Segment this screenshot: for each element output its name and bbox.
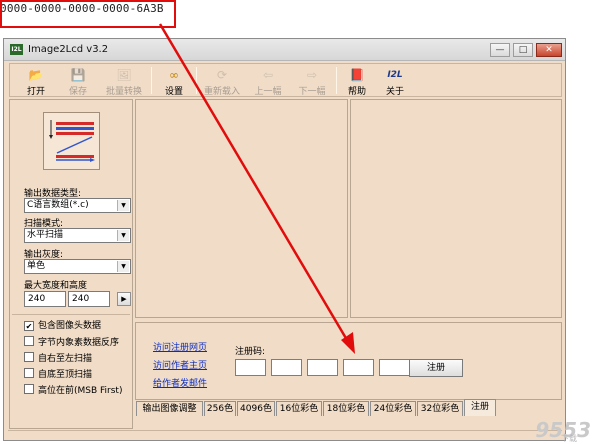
annotation-arrow bbox=[158, 23, 355, 354]
watermark-sub-text: 下载 bbox=[561, 434, 577, 443]
